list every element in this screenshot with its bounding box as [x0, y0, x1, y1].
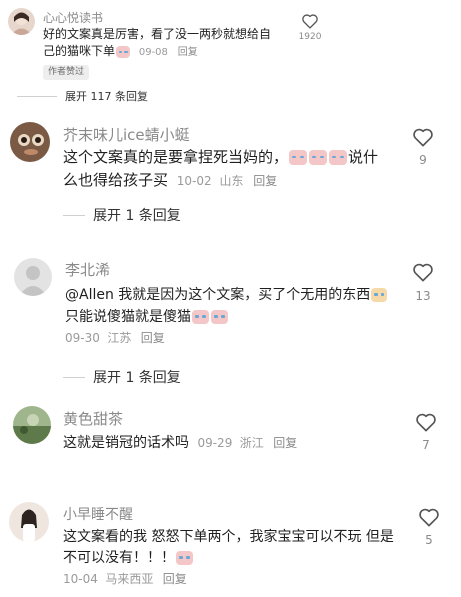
crying-face-emoji-icon [192, 309, 209, 324]
reply-button[interactable]: 回复 [273, 436, 297, 450]
expand-replies-button[interactable]: 展开 1 条回复 [63, 367, 181, 387]
like-button[interactable]: 13 [408, 262, 438, 303]
expand-replies-button[interactable]: 展开 1 条回复 [63, 205, 181, 225]
comment-text-content: @Allen 我就是因为这个文案，买了个无用的东西 [65, 287, 371, 303]
comment-location: 浙江 [239, 436, 264, 450]
comment-author[interactable]: 芥末味儿ice蜻小蜓 [63, 124, 190, 145]
like-count: 9 [419, 153, 427, 167]
comment-item: 小早睡不醒 这文案看的我 怒怒下单两个，我家宝宝可以不玩 但是不可以没有！！！ … [0, 493, 461, 597]
crying-face-emoji-icon [309, 150, 328, 165]
like-button[interactable]: 9 [408, 127, 438, 167]
reply-button[interactable]: 回复 [178, 47, 198, 58]
comment-date: 10-04 [63, 572, 98, 586]
comment-text-content: 这文案看的我 怒怒下单两个，我家宝宝可以不玩 但是不可以没有！！！ [63, 529, 394, 566]
comment-item: 黄色甜茶 这就是销冠的话术吗 09-29 浙江 回复 7 [0, 400, 461, 475]
crying-face-emoji-icon [211, 309, 228, 324]
comment-text: 这文案看的我 怒怒下单两个，我家宝宝可以不玩 但是不可以没有！！！ 10-04 … [63, 527, 403, 590]
comment-date: 09-08 [138, 47, 168, 59]
like-button[interactable]: 7 [411, 412, 441, 452]
expand-replies-label: 展开 1 条回复 [93, 208, 181, 224]
comment-location: 山东 [219, 174, 244, 189]
heart-outline-icon [302, 14, 318, 29]
like-count: 13 [415, 289, 431, 303]
avatar[interactable] [14, 258, 52, 296]
heart-outline-icon [413, 128, 433, 147]
comment-text-content: 这就是销冠的话术吗 [63, 435, 189, 451]
divider [63, 214, 85, 216]
comment-item: 芥末味儿ice蜻小蜓 这个文案真的是要拿捏死当妈的， 说什么也得给孩子买 10-0… [0, 112, 461, 232]
expand-replies-button[interactable]: 展开 117 条回复 [17, 88, 148, 104]
comment-location: 江苏 [107, 331, 132, 346]
comment-text: @Allen 我就是因为这个文案，买了个无用的东西只能说傻猫就是傻猫 09-30… [65, 285, 395, 350]
comment-item: 心心悦读书 好的文案真是厉害，看了没一两秒就想给自己的猫咪下单 09-08 回复… [0, 0, 461, 110]
expand-replies-label: 展开 117 条回复 [65, 90, 148, 103]
like-button[interactable]: 1920 [293, 13, 327, 42]
divider [63, 376, 85, 378]
like-count: 1920 [298, 32, 322, 42]
like-button[interactable]: 5 [414, 507, 444, 547]
comment-author[interactable]: 李北浠 [65, 259, 110, 280]
comment-location: 马来西亚 [105, 572, 154, 586]
avatar[interactable] [10, 122, 50, 162]
crying-face-emoji-icon [116, 46, 131, 59]
comment-text: 这个文案真的是要拿捏死当妈的， 说什么也得给孩子买 10-02 山东 回复 [63, 146, 393, 193]
comment-text-continued: 只能说傻猫就是傻猫 [65, 308, 191, 325]
comment-text: 好的文案真是厉害，看了没一两秒就想给自己的猫咪下单 09-08 回复 [43, 26, 281, 61]
comment-date: 09-29 [197, 436, 233, 450]
reply-button[interactable]: 回复 [253, 174, 277, 188]
heart-outline-icon [413, 263, 433, 282]
crying-face-emoji-icon [176, 551, 193, 565]
comment-text-content: 这个文案真的是要拿捏死当妈的， [63, 148, 289, 166]
reply-button[interactable]: 回复 [163, 572, 187, 586]
cat-face-emoji-icon [371, 288, 388, 302]
avatar[interactable] [9, 502, 49, 542]
like-count: 7 [422, 438, 430, 452]
comment-author[interactable]: 黄色甜茶 [63, 408, 123, 429]
comment-author[interactable]: 心心悦读书 [43, 9, 103, 26]
heart-outline-icon [416, 413, 436, 432]
avatar[interactable] [13, 406, 51, 444]
comment-text: 这就是销冠的话术吗 09-29 浙江 回复 [63, 433, 393, 455]
comment-author[interactable]: 小早睡不醒 [63, 504, 133, 524]
reply-button[interactable]: 回复 [141, 331, 165, 345]
expand-replies-label: 展开 1 条回复 [93, 370, 181, 386]
like-count: 5 [425, 533, 433, 547]
avatar[interactable] [8, 8, 35, 35]
comment-date: 09-30 [65, 331, 100, 346]
comment-item: 李北浠 @Allen 我就是因为这个文案，买了个无用的东西只能说傻猫就是傻猫 0… [0, 250, 461, 390]
crying-face-emoji-icon [289, 150, 308, 165]
heart-outline-icon [419, 508, 439, 527]
author-liked-badge: 作者赞过 [43, 65, 90, 80]
comment-date: 10-02 [176, 174, 212, 189]
divider [17, 95, 57, 97]
crying-face-emoji-icon [329, 150, 348, 165]
